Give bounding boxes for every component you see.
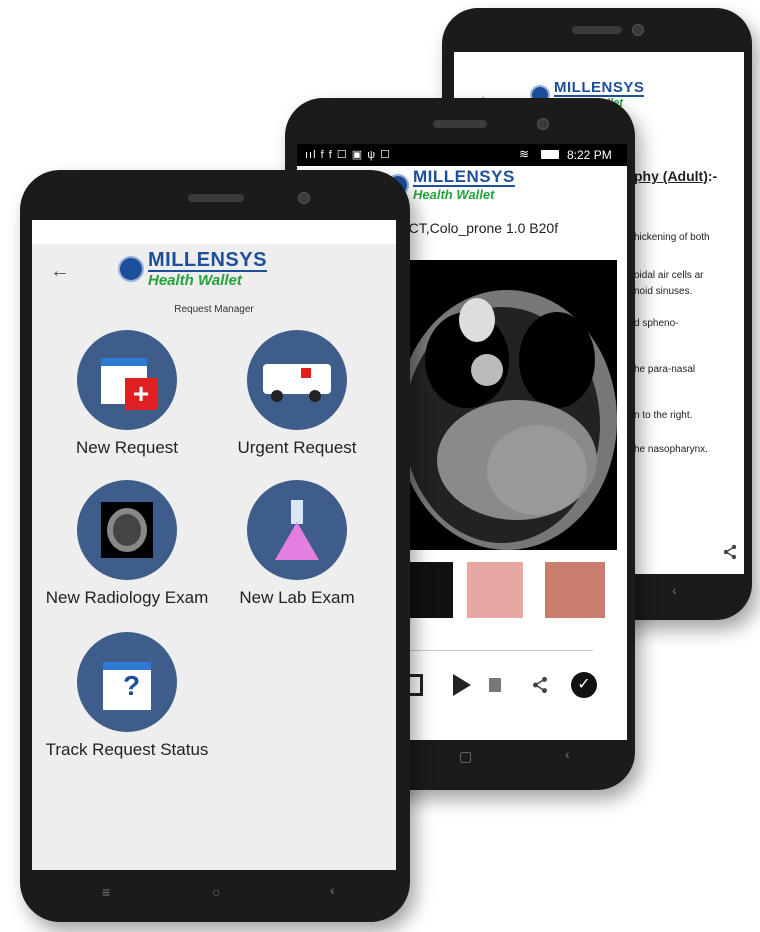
report-title-text: phy (Adult) [634, 168, 708, 184]
report-line: he para-nasal [634, 364, 696, 375]
wifi-icon: ≋ [519, 147, 530, 161]
back-button[interactable]: ← [50, 260, 70, 283]
back-phone-nav-back[interactable]: ‹ [672, 582, 677, 598]
logo-brand: MILLENSYS [148, 249, 267, 271]
confirm-check-icon[interactable]: ✓ [571, 672, 597, 698]
tile-urgent-request[interactable]: Urgent Request [212, 330, 382, 458]
front-phone: ← MILLENSYS Health Wallet Request Manage… [20, 170, 410, 922]
report-title: phy (Adult):- [634, 168, 717, 184]
middle-phone-nav-back[interactable]: ‹ [565, 746, 570, 762]
tile-label: New Request [75, 438, 179, 457]
logo-product: Health Wallet [413, 185, 515, 201]
tile-new-request[interactable]: + New Request [42, 330, 212, 458]
status-bar: ııl f f ☐ ▣ ψ ☐ ≋ 8:22 PM [297, 144, 627, 166]
report-title-suffix: :- [707, 168, 718, 184]
header-bar [32, 220, 396, 244]
tile-track-request-status[interactable]: ? Track Request Status [42, 632, 212, 760]
report-line: d spheno- [634, 318, 679, 329]
logo-emblem-icon [118, 256, 144, 282]
report-line: hickening of both [634, 232, 710, 243]
nav-back-button[interactable]: ‹ [330, 882, 335, 898]
ambulance-icon [247, 330, 347, 430]
ct-image-viewer[interactable] [397, 260, 617, 550]
tile-label: New Radiology Exam [45, 588, 209, 607]
share-icon[interactable] [531, 676, 549, 694]
series-title: 2,CT,Colo_prone 1.0 B20f [397, 220, 559, 236]
nav-home-button[interactable]: ○ [212, 884, 220, 900]
thumbnail[interactable] [545, 562, 605, 618]
page-title: Request Manager [174, 304, 254, 315]
divider [397, 650, 593, 651]
delete-icon[interactable] [489, 678, 501, 692]
front-phone-screen: ← MILLENSYS Health Wallet Request Manage… [32, 220, 396, 870]
tile-label: Urgent Request [237, 438, 357, 457]
report-line: n to the right. [634, 410, 693, 421]
thumbnail-strip [397, 558, 617, 624]
radiology-scan-icon [77, 480, 177, 580]
tile-new-radiology-exam[interactable]: New Radiology Exam [42, 480, 212, 608]
back-phone-camera [632, 24, 644, 36]
tile-new-lab-exam[interactable]: New Lab Exam [212, 480, 382, 608]
app-logo: MILLENSYS Health Wallet [118, 250, 267, 288]
middle-phone-camera [537, 118, 549, 130]
nav-menu-button[interactable]: ≡ [102, 884, 110, 900]
back-phone-speaker [572, 26, 622, 34]
report-line: he nasopharynx. [634, 444, 708, 455]
share-icon[interactable] [722, 544, 738, 560]
thumbnail[interactable] [467, 562, 523, 618]
middle-phone-speaker [433, 120, 487, 128]
status-icons: ııl f f ☐ ▣ ψ ☐ [305, 149, 391, 161]
calendar-plus-icon: + [77, 330, 177, 430]
middle-phone-nav-home[interactable]: ▢ [459, 748, 472, 765]
lab-flask-icon [247, 480, 347, 580]
report-line: oidal air cells ar [634, 270, 704, 281]
report-line: noid sinuses. [634, 286, 693, 297]
logo-brand: MILLENSYS [554, 79, 645, 96]
play-icon[interactable] [453, 674, 471, 696]
logo-brand: MILLENSYS [413, 167, 515, 186]
calendar-question-icon: ? [77, 632, 177, 732]
status-time: 8:22 PM [567, 148, 612, 162]
front-phone-camera [298, 192, 310, 204]
logo-product: Health Wallet [148, 270, 267, 288]
battery-icon [541, 150, 559, 159]
tile-label: New Lab Exam [239, 588, 355, 607]
tile-label: Track Request Status [45, 740, 209, 759]
front-phone-speaker [188, 194, 244, 202]
